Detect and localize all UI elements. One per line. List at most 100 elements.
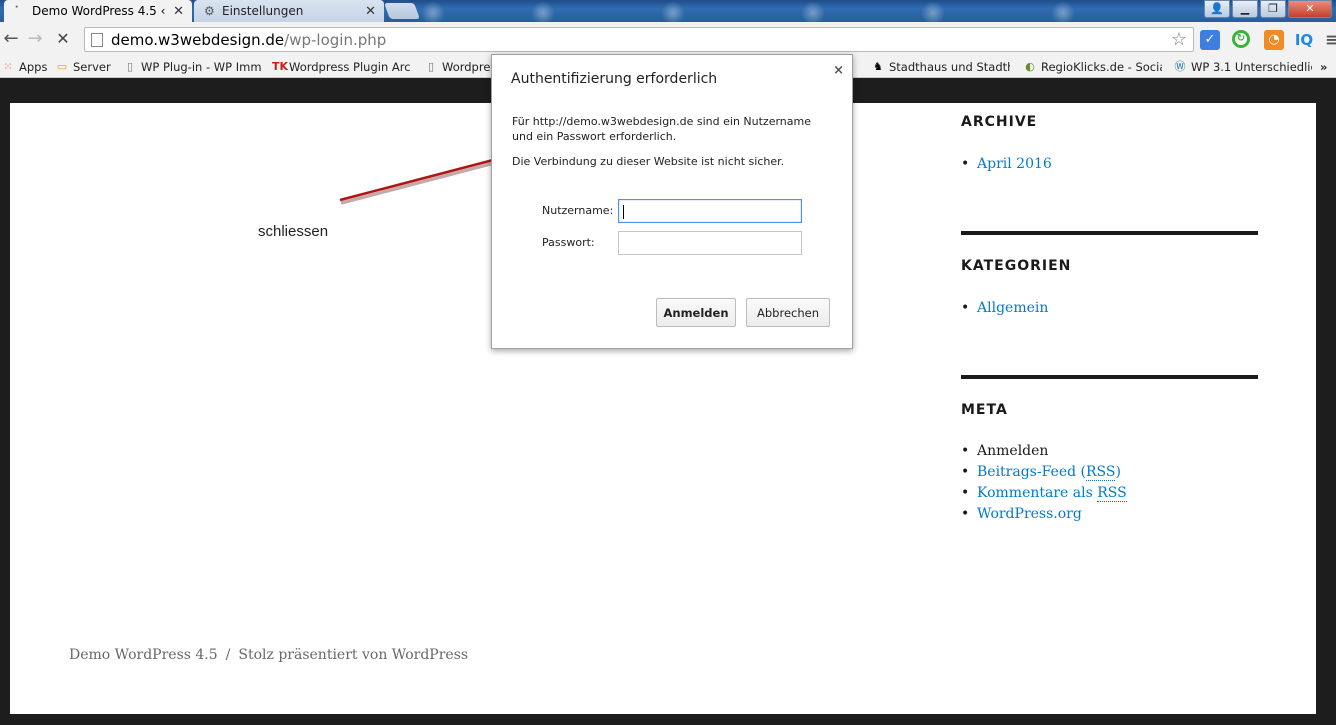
categories-list: Allgemein [961,298,1048,319]
link-text: Beitrags-Feed ( [977,464,1086,480]
tab-label: Demo WordPress 4.5 ‹ An [32,4,169,18]
archive-link-april-2016[interactable]: April 2016 [977,156,1052,172]
password-label: Passwort: [542,236,595,249]
tab-close-icon[interactable]: ✕ [173,4,184,19]
footer-separator: / [225,647,231,663]
apps-grid-icon: ⁙ [3,60,13,73]
bookmark-wp-plugin[interactable]: ▯ WP Plug-in - WP Imm [124,59,262,75]
widget-title-meta: META [961,402,1008,418]
tab-einstellungen[interactable]: ⚙ Einstellungen ✕ [194,0,384,22]
bookmarks-overflow-icon[interactable]: » [1320,59,1334,75]
username-input[interactable] [618,199,802,223]
bookmark-regioklicks[interactable]: ◐ RegioKlicks.de - Socia [1024,59,1162,75]
chair-icon: ♞ [873,60,883,73]
gear-icon: ⚙ [204,4,215,18]
text-caret [623,205,624,219]
list-item: April 2016 [961,154,1052,175]
page-icon: ▯ [427,60,435,73]
restore-icon[interactable]: ❐ [1260,0,1286,18]
loading-icon: ⠁ [14,4,23,18]
widget-title-categories: KATEGORIEN [961,258,1072,274]
rss-abbr: RSS [1086,464,1116,481]
list-item: Anmelden [961,441,1127,462]
bookmark-label: WP 3.1 Unterschiedlic [1191,60,1312,74]
bookmark-label: Wordpress Plugin Arc [289,60,411,74]
auth-dialog: Authentifizierung erforderlich × Für htt… [491,54,853,349]
new-tab-button[interactable] [384,3,420,19]
link-text: ) [1115,464,1121,480]
list-item: Beitrags-Feed (RSS) [961,462,1127,483]
folder-icon: ▭ [56,60,68,73]
extension-refresh-icon[interactable]: ↻ [1232,30,1250,48]
bookmark-label: Stadthaus und Stadth [889,60,1010,74]
cancel-button[interactable]: Abbrechen [746,298,830,327]
password-input[interactable] [618,231,802,255]
meta-entries-feed-link[interactable]: Beitrags-Feed (RSS) [977,464,1121,481]
menu-icon[interactable]: ≡ [1322,30,1336,50]
extension-iq-icon[interactable]: IQ [1294,30,1314,50]
dialog-message: Für http://demo.w3webdesign.de sind ein … [512,115,811,143]
widget-divider [961,231,1258,235]
background-decoration [1050,2,1076,22]
list-item: Kommentare als RSS [961,483,1127,504]
window-controls: 👤 ▁ ❐ ✕ [1204,0,1332,18]
address-path: /wp-login.php [284,30,387,49]
bookmark-wordpre[interactable]: ▯ Wordpre [425,59,491,75]
bookmark-apps[interactable]: ⁙ Apps [2,59,50,75]
tab-label: Einstellungen [222,4,304,18]
bookmark-stadthaus[interactable]: ♞ Stadthaus und Stadth [872,59,1010,75]
wordpress-icon: Ⓦ [1174,60,1186,73]
footer-site-link[interactable]: Demo WordPress 4.5 [69,647,218,663]
tk-logo-icon: TK [272,60,289,73]
bookmark-wordpress-plugin-arc[interactable]: TK Wordpress Plugin Arc [272,59,412,75]
bookmark-label: Server [73,60,111,74]
tab-demo-wordpress[interactable]: ⠁ Demo WordPress 4.5 ‹ An ✕ [4,0,192,22]
bookmark-label: Wordpre [442,60,491,74]
address-bar[interactable]: demo.w3webdesign.de/wp-login.php ☆ [84,27,1194,52]
archive-list: April 2016 [961,154,1052,175]
site-footer: Demo WordPress 4.5 / Stolz präsentiert von… [69,647,468,663]
bookmark-wp-unterschiedlich[interactable]: Ⓦ WP 3.1 Unterschiedlic [1174,59,1313,75]
user-profile-icon[interactable]: 👤 [1204,0,1230,18]
background-decoration [420,2,446,22]
dialog-title: Authentifizierung erforderlich [511,71,718,87]
tab-close-icon[interactable]: ✕ [365,4,376,19]
meta-comments-feed-link[interactable]: Kommentare als RSS [977,485,1127,502]
bookmark-label: RegioKlicks.de - Socia [1041,60,1162,74]
address-host: demo.w3webdesign.de [111,30,285,49]
browser-titlebar: ⠁ Demo WordPress 4.5 ‹ An ✕ ⚙ Einstellun… [0,0,1336,22]
rss-abbr: RSS [1097,485,1127,502]
list-item: Allgemein [961,298,1048,319]
username-label: Nutzername: [542,204,614,217]
background-decoration [660,2,686,22]
meta-wordpress-org-link[interactable]: WordPress.org [977,506,1082,522]
stop-loading-icon[interactable]: ✕ [52,28,74,50]
dialog-warning: Die Verbindung zu dieser Website ist nic… [512,155,785,168]
footer-powered-link[interactable]: Stolz präsentiert von WordPress [238,647,468,663]
forward-arrow-icon[interactable]: → [24,28,46,50]
back-arrow-icon[interactable]: ← [0,28,22,50]
page-icon [91,32,103,47]
bookmark-label: WP Plug-in - WP Imm [141,60,262,74]
extension-chart-icon[interactable]: ✓ [1200,30,1220,50]
page-icon: ▯ [126,60,134,73]
background-decoration [920,2,946,22]
bookmark-server[interactable]: ▭ Server [56,59,116,75]
minimize-icon[interactable]: ▁ [1232,0,1258,18]
bookmark-label: Apps [19,60,48,74]
annotation-label: schliessen [258,223,329,240]
dialog-close-icon[interactable]: × [833,63,844,78]
bookmark-star-icon[interactable]: ☆ [1171,29,1187,50]
login-button[interactable]: Anmelden [656,298,736,327]
browser-toolbar: ← → ✕ demo.w3webdesign.de/wp-login.php ☆… [0,22,1336,56]
background-decoration [530,2,556,22]
list-item: WordPress.org [961,504,1127,525]
widget-divider [961,375,1258,379]
link-text: Kommentare als [977,485,1098,501]
category-link-allgemein[interactable]: Allgemein [977,300,1048,316]
meta-login[interactable]: Anmelden [977,443,1048,459]
widget-title-archive: ARCHIVE [961,114,1038,130]
meta-list: Anmelden Beitrags-Feed (RSS) Kommentare … [961,441,1127,525]
window-close-icon[interactable]: ✕ [1288,0,1332,18]
rss-feed-icon[interactable]: ◔ [1264,30,1284,50]
